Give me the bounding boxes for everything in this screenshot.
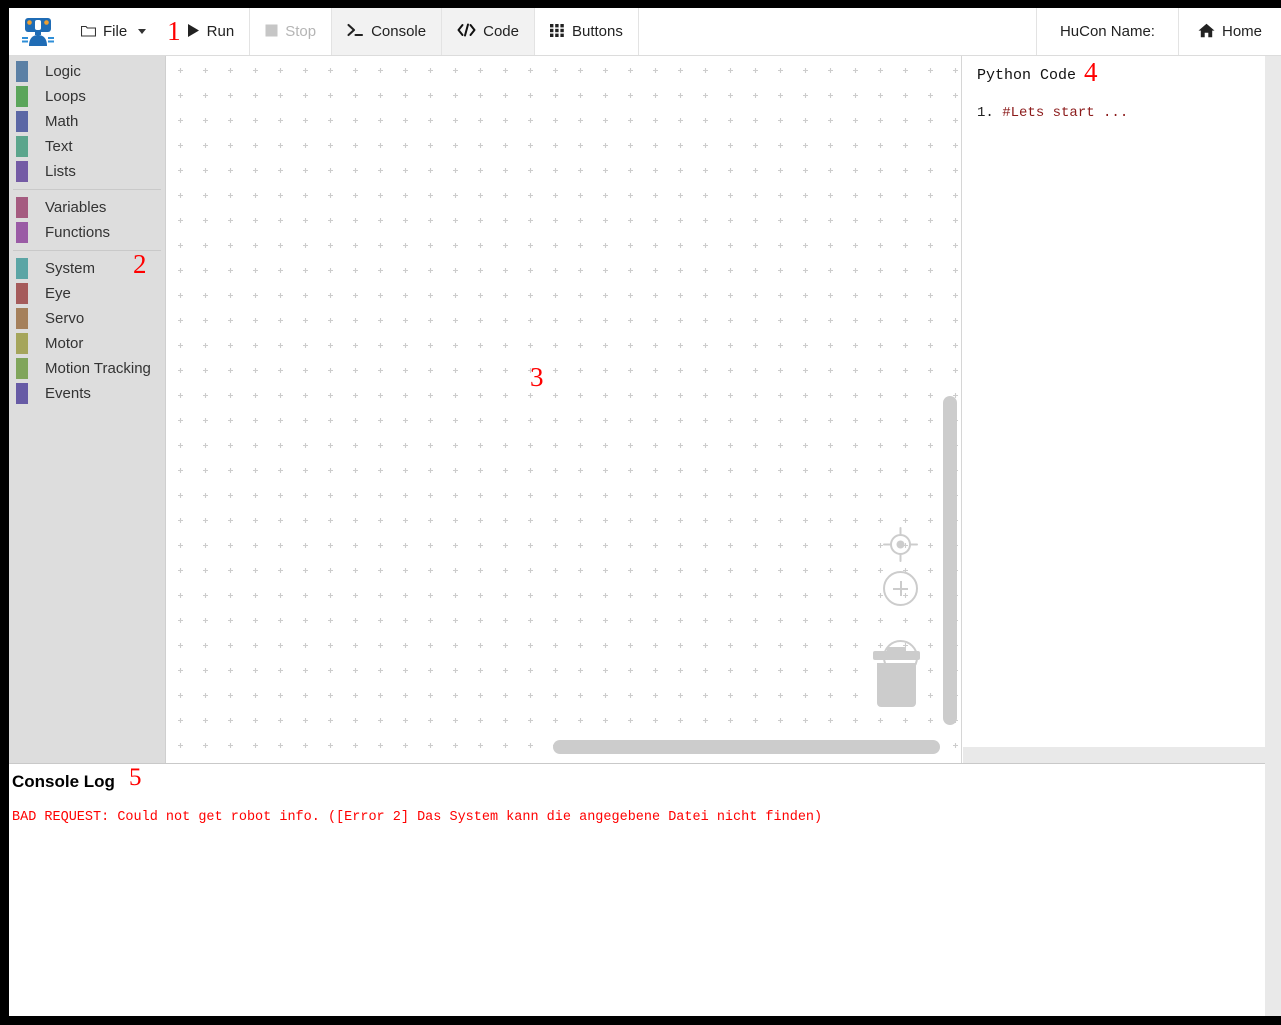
center-target-icon[interactable]	[883, 527, 918, 567]
toolbox-category-variables[interactable]: Variables	[9, 195, 165, 220]
category-color-swatch	[16, 136, 28, 157]
category-color-swatch	[16, 111, 28, 132]
toolbox-category-functions[interactable]: Functions	[9, 220, 165, 245]
blockly-toolbox: Logic Loops Math Text Lists Variables Fu…	[9, 56, 166, 763]
play-icon	[187, 23, 200, 41]
toolbox-category-logic[interactable]: Logic	[9, 59, 165, 84]
stop-button[interactable]: Stop	[249, 8, 332, 55]
trash-lid	[873, 651, 920, 660]
toolbox-category-label: Motor	[45, 335, 84, 352]
toolbox-category-loops[interactable]: Loops	[9, 84, 165, 109]
toolbox-category-motion-tracking[interactable]: Motion Tracking	[9, 356, 165, 381]
toolbox-category-lists[interactable]: Lists	[9, 159, 165, 184]
toolbox-category-label: System	[45, 260, 96, 277]
toolbox-category-label: Math	[45, 113, 79, 130]
toolbox-category-label: Text	[45, 138, 73, 155]
tab-buttons-label: Buttons	[571, 23, 623, 40]
toolbox-category-label: Events	[45, 385, 91, 402]
toolbox-category-text[interactable]: Text	[9, 134, 165, 159]
toolbox-category-label: Servo	[45, 310, 85, 327]
workspace-horizontal-scrollbar[interactable]	[553, 740, 940, 754]
grid-dots-icon	[549, 23, 565, 40]
stop-square-icon	[265, 24, 278, 40]
trash-can-icon[interactable]	[873, 647, 920, 707]
toolbox-category-label: Variables	[45, 199, 107, 216]
category-color-swatch	[16, 258, 28, 279]
code-line-number: 1.	[977, 105, 994, 121]
category-color-swatch	[16, 308, 28, 329]
file-menu-label: File	[103, 23, 128, 40]
toolbox-separator	[13, 189, 161, 190]
toolbox-category-math[interactable]: Math	[9, 109, 165, 134]
plus-vertical-bar	[899, 581, 902, 596]
category-color-swatch	[16, 161, 28, 182]
tab-code-label: Code	[483, 23, 519, 40]
home-button[interactable]: Home	[1177, 8, 1281, 55]
run-button[interactable]: Run	[184, 8, 250, 55]
toolbox-category-label: Motion Tracking	[45, 360, 151, 377]
blockly-workspace[interactable]: 3	[166, 56, 962, 763]
step-marker-2: 2	[133, 249, 147, 279]
console-log-panel: Console Log 5 BAD REQUEST: Could not get…	[9, 764, 1281, 1016]
editor-body: Logic Loops Math Text Lists Variables Fu…	[9, 56, 1281, 763]
category-color-swatch	[16, 222, 28, 243]
toolbox-category-servo[interactable]: Servo	[9, 306, 165, 331]
toolbox-category-label: Functions	[45, 224, 111, 241]
category-color-swatch	[16, 383, 28, 404]
tab-console-label: Console	[371, 23, 427, 40]
application-window: File 1 Run Stop Console Code Buttons HuC…	[9, 8, 1281, 1016]
code-brackets-icon	[457, 23, 476, 40]
console-log-output[interactable]: BAD REQUEST: Could not get robot info. (…	[12, 809, 1269, 827]
step-marker-1: 1	[161, 8, 185, 55]
tab-code[interactable]: Code	[441, 8, 534, 55]
tab-buttons[interactable]: Buttons	[533, 8, 638, 55]
category-color-swatch	[16, 61, 28, 82]
python-code-listing[interactable]: 1. #Lets start ...	[977, 104, 1128, 123]
folder-icon	[80, 24, 97, 40]
run-label: Run	[206, 23, 235, 40]
toolbox-group-core: Logic Loops Math Text Lists	[9, 59, 165, 184]
code-line-text: #Lets start ...	[1002, 105, 1129, 121]
workspace-grid	[166, 56, 961, 763]
toolbox-category-label: Loops	[45, 88, 86, 105]
trash-body	[877, 663, 916, 707]
zoom-in-icon[interactable]	[883, 571, 918, 606]
page-vertical-scrollbar[interactable]	[1265, 56, 1281, 1016]
toolbox-category-eye[interactable]: Eye	[9, 281, 165, 306]
code-line: 1. #Lets start ...	[977, 104, 1128, 123]
category-color-swatch	[16, 283, 28, 304]
toolbox-group-vars: Variables Functions	[9, 195, 165, 245]
step-marker-3: 3	[530, 362, 544, 392]
workspace-vertical-scrollbar[interactable]	[943, 396, 957, 725]
code-panel-horizontal-scrollbar[interactable]	[963, 747, 1281, 763]
category-color-swatch	[16, 197, 28, 218]
robot-logo-icon	[21, 17, 54, 46]
chevron-down-icon	[138, 29, 147, 34]
main-toolbar: File 1 Run Stop Console Code Buttons HuC…	[9, 8, 1281, 56]
hucon-name-field[interactable]: HuCon Name:	[1035, 8, 1178, 55]
toolbar-spacer	[637, 8, 1036, 55]
python-code-title: Python Code	[977, 67, 1077, 84]
console-log-line: BAD REQUEST: Could not get robot info. (…	[12, 810, 823, 825]
category-color-swatch	[16, 358, 28, 379]
toolbox-category-label: Eye	[45, 285, 71, 302]
toolbox-category-motor[interactable]: Motor	[9, 331, 165, 356]
stop-label: Stop	[285, 23, 317, 40]
home-label: Home	[1221, 23, 1262, 40]
toolbox-category-label: Lists	[45, 163, 76, 180]
app-logo[interactable]	[9, 8, 66, 55]
console-log-title: Console Log	[12, 772, 115, 791]
category-color-swatch	[16, 333, 28, 354]
toolbox-category-label: Logic	[45, 63, 81, 80]
category-color-swatch	[16, 86, 28, 107]
tab-console[interactable]: Console	[331, 8, 442, 55]
file-menu-button[interactable]: File	[66, 8, 162, 55]
hucon-name-label: HuCon Name:	[1059, 23, 1155, 40]
step-marker-4: 4	[1084, 57, 1098, 87]
terminal-prompt-icon	[347, 23, 364, 40]
python-code-panel: Python Code 4 1. #Lets start ...	[963, 56, 1281, 763]
toolbox-category-events[interactable]: Events	[9, 381, 165, 406]
step-marker-5: 5	[129, 764, 142, 791]
house-icon	[1198, 23, 1215, 41]
